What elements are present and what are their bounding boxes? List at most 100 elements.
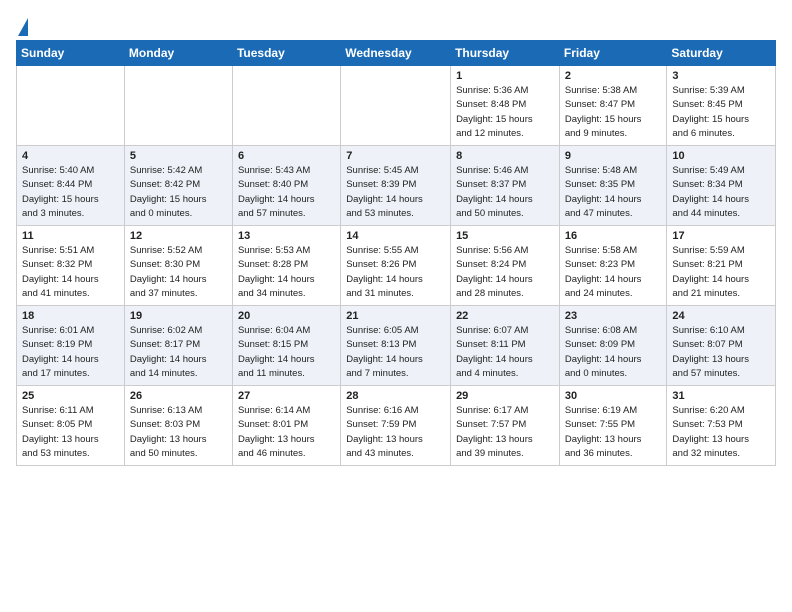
day-of-week-header: Monday (124, 41, 232, 66)
logo (16, 18, 28, 34)
day-info: Sunrise: 5:40 AMSunset: 8:44 PMDaylight:… (22, 164, 119, 221)
calendar-week-row: 4 Sunrise: 5:40 AMSunset: 8:44 PMDaylight… (17, 146, 776, 226)
calendar-cell: 16 Sunrise: 5:58 AMSunset: 8:23 PMDayligh… (559, 226, 667, 306)
day-number: 24 (672, 310, 770, 322)
day-number: 7 (346, 150, 445, 162)
day-info: Sunrise: 6:02 AMSunset: 8:17 PMDaylight:… (130, 324, 227, 381)
day-info: Sunrise: 6:04 AMSunset: 8:15 PMDaylight:… (238, 324, 335, 381)
calendar-cell: 9Sunrise: 5:48 AMSunset: 8:35 PMDaylight… (559, 146, 667, 226)
day-info: Sunrise: 6:20 AMSunset: 7:53 PMDaylight:… (672, 404, 770, 461)
calendar-cell (232, 66, 340, 146)
header (16, 10, 776, 34)
day-info: Sunrise: 5:49 AMSunset: 8:34 PMDaylight:… (672, 164, 770, 221)
day-info: Sunrise: 5:45 AMSunset: 8:39 PMDaylight:… (346, 164, 445, 221)
day-info: Sunrise: 5:53 AMSunset: 8:28 PMDaylight:… (238, 244, 335, 301)
day-of-week-header: Sunday (17, 41, 125, 66)
day-number: 28 (346, 390, 445, 402)
day-info: Sunrise: 5:58 AMSunset: 8:23 PMDaylight:… (565, 244, 662, 301)
day-of-week-header: Saturday (667, 41, 776, 66)
calendar-cell: 1 Sunrise: 5:36 AMSunset: 8:48 PMDaylight… (451, 66, 560, 146)
calendar-cell: 13 Sunrise: 5:53 AMSunset: 8:28 PMDayligh… (232, 226, 340, 306)
calendar-cell: 2 Sunrise: 5:38 AMSunset: 8:47 PMDaylight… (559, 66, 667, 146)
day-info: Sunrise: 5:55 AMSunset: 8:26 PMDaylight:… (346, 244, 445, 301)
day-number: 13 (238, 230, 335, 242)
page: SundayMondayTuesdayWednesdayThursdayFrid… (0, 0, 792, 482)
day-number: 25 (22, 390, 119, 402)
calendar-cell: 24 Sunrise: 6:10 AMSunset: 8:07 PMDayligh… (667, 306, 776, 386)
day-number: 10 (672, 150, 770, 162)
calendar-cell: 5 Sunrise: 5:42 AMSunset: 8:42 PMDaylight… (124, 146, 232, 226)
calendar-week-row: 25 Sunrise: 6:11 AMSunset: 8:05 PMDayligh… (17, 386, 776, 466)
day-number: 3 (672, 70, 770, 82)
day-number: 19 (130, 310, 227, 322)
day-info: Sunrise: 6:16 AMSunset: 7:59 PMDaylight:… (346, 404, 445, 461)
day-number: 9 (565, 150, 662, 162)
day-number: 18 (22, 310, 119, 322)
day-info: Sunrise: 6:07 AMSunset: 8:11 PMDaylight:… (456, 324, 554, 381)
day-info: Sunrise: 5:46 AMSunset: 8:37 PMDaylight:… (456, 164, 554, 221)
calendar-cell: 14Sunrise: 5:55 AMSunset: 8:26 PMDayligh… (341, 226, 451, 306)
calendar-table: SundayMondayTuesdayWednesdayThursdayFrid… (16, 40, 776, 466)
calendar-cell: 6 Sunrise: 5:43 AMSunset: 8:40 PMDaylight… (232, 146, 340, 226)
logo-triangle-icon (18, 18, 28, 36)
day-number: 16 (565, 230, 662, 242)
day-number: 30 (565, 390, 662, 402)
calendar-cell: 25 Sunrise: 6:11 AMSunset: 8:05 PMDayligh… (17, 386, 125, 466)
calendar-cell: 30 Sunrise: 6:19 AMSunset: 7:55 PMDayligh… (559, 386, 667, 466)
calendar-cell (124, 66, 232, 146)
day-info: Sunrise: 6:10 AMSunset: 8:07 PMDaylight:… (672, 324, 770, 381)
day-number: 12 (130, 230, 227, 242)
calendar-cell: 29Sunrise: 6:17 AMSunset: 7:57 PMDayligh… (451, 386, 560, 466)
day-number: 21 (346, 310, 445, 322)
day-info: Sunrise: 6:01 AMSunset: 8:19 PMDaylight:… (22, 324, 119, 381)
calendar-cell: 17Sunrise: 5:59 AMSunset: 8:21 PMDayligh… (667, 226, 776, 306)
day-info: Sunrise: 5:52 AMSunset: 8:30 PMDaylight:… (130, 244, 227, 301)
day-info: Sunrise: 6:14 AMSunset: 8:01 PMDaylight:… (238, 404, 335, 461)
day-info: Sunrise: 6:05 AMSunset: 8:13 PMDaylight:… (346, 324, 445, 381)
day-number: 1 (456, 70, 554, 82)
day-of-week-header: Friday (559, 41, 667, 66)
day-number: 8 (456, 150, 554, 162)
day-number: 5 (130, 150, 227, 162)
day-number: 31 (672, 390, 770, 402)
calendar-week-row: 18 Sunrise: 6:01 AMSunset: 8:19 PMDayligh… (17, 306, 776, 386)
calendar-cell: 22 Sunrise: 6:07 AMSunset: 8:11 PMDayligh… (451, 306, 560, 386)
day-number: 23 (565, 310, 662, 322)
day-number: 27 (238, 390, 335, 402)
calendar-cell: 11Sunrise: 5:51 AMSunset: 8:32 PMDayligh… (17, 226, 125, 306)
calendar-cell: 8 Sunrise: 5:46 AMSunset: 8:37 PMDaylight… (451, 146, 560, 226)
day-number: 15 (456, 230, 554, 242)
day-info: Sunrise: 5:39 AMSunset: 8:45 PMDaylight:… (672, 84, 770, 141)
calendar-cell: 3 Sunrise: 5:39 AMSunset: 8:45 PMDaylight… (667, 66, 776, 146)
day-info: Sunrise: 5:42 AMSunset: 8:42 PMDaylight:… (130, 164, 227, 221)
day-number: 2 (565, 70, 662, 82)
calendar-cell: 10 Sunrise: 5:49 AMSunset: 8:34 PMDayligh… (667, 146, 776, 226)
day-number: 22 (456, 310, 554, 322)
day-number: 20 (238, 310, 335, 322)
day-info: Sunrise: 5:56 AMSunset: 8:24 PMDaylight:… (456, 244, 554, 301)
calendar-week-row: 11Sunrise: 5:51 AMSunset: 8:32 PMDayligh… (17, 226, 776, 306)
day-of-week-header: Thursday (451, 41, 560, 66)
calendar-cell: 31 Sunrise: 6:20 AMSunset: 7:53 PMDayligh… (667, 386, 776, 466)
day-info: Sunrise: 5:43 AMSunset: 8:40 PMDaylight:… (238, 164, 335, 221)
calendar-cell (17, 66, 125, 146)
calendar-week-row: 1 Sunrise: 5:36 AMSunset: 8:48 PMDaylight… (17, 66, 776, 146)
calendar-cell: 15 Sunrise: 5:56 AMSunset: 8:24 PMDayligh… (451, 226, 560, 306)
day-info: Sunrise: 6:13 AMSunset: 8:03 PMDaylight:… (130, 404, 227, 461)
day-info: Sunrise: 5:36 AMSunset: 8:48 PMDaylight:… (456, 84, 554, 141)
day-info: Sunrise: 6:19 AMSunset: 7:55 PMDaylight:… (565, 404, 662, 461)
calendar-cell: 27 Sunrise: 6:14 AMSunset: 8:01 PMDayligh… (232, 386, 340, 466)
calendar-cell: 12 Sunrise: 5:52 AMSunset: 8:30 PMDayligh… (124, 226, 232, 306)
day-number: 29 (456, 390, 554, 402)
calendar-cell: 20 Sunrise: 6:04 AMSunset: 8:15 PMDayligh… (232, 306, 340, 386)
calendar-cell: 18 Sunrise: 6:01 AMSunset: 8:19 PMDayligh… (17, 306, 125, 386)
day-number: 6 (238, 150, 335, 162)
calendar-cell: 28 Sunrise: 6:16 AMSunset: 7:59 PMDayligh… (341, 386, 451, 466)
day-number: 26 (130, 390, 227, 402)
calendar-header-row: SundayMondayTuesdayWednesdayThursdayFrid… (17, 41, 776, 66)
day-info: Sunrise: 5:38 AMSunset: 8:47 PMDaylight:… (565, 84, 662, 141)
day-number: 4 (22, 150, 119, 162)
day-info: Sunrise: 5:59 AMSunset: 8:21 PMDaylight:… (672, 244, 770, 301)
day-info: Sunrise: 6:11 AMSunset: 8:05 PMDaylight:… (22, 404, 119, 461)
calendar-cell: 19 Sunrise: 6:02 AMSunset: 8:17 PMDayligh… (124, 306, 232, 386)
